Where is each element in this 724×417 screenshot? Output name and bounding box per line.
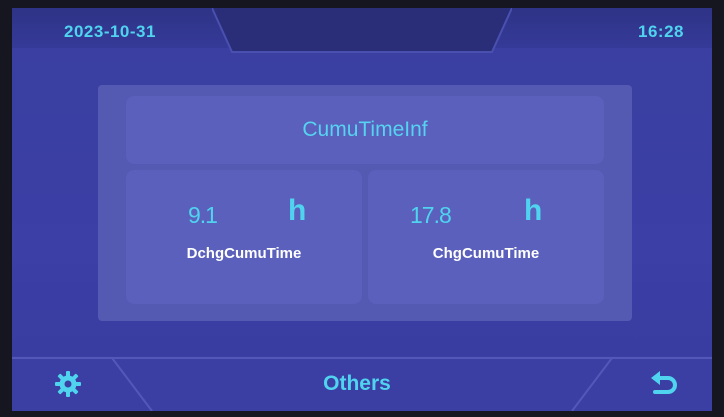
settings-button[interactable]: [48, 366, 88, 402]
others-button[interactable]: Others: [172, 364, 542, 404]
discharge-time-value: 9.1: [188, 202, 218, 228]
hmi-screen: 2023-10-31 16:28 CumuTimeInf 9.1 h DchgC…: [12, 8, 712, 411]
return-arrow-icon: [651, 371, 677, 394]
gear-icon: [55, 371, 81, 397]
charge-time-label: ChgCumuTime: [432, 245, 540, 262]
charge-time-card: 17.8 h ChgCumuTime: [368, 170, 604, 304]
discharge-time-unit: h: [288, 194, 307, 227]
discharge-time-card: 9.1 h DchgCumuTime: [126, 170, 362, 304]
panel-title-box: CumuTimeInf: [126, 96, 604, 164]
charge-time-value: 17.8: [410, 202, 452, 228]
date-display: 2023-10-31: [64, 22, 156, 41]
cumulative-time-panel: CumuTimeInf 9.1 h DchgCumuTime 17.8 h Ch…: [98, 85, 632, 321]
time-display: 16:28: [638, 22, 684, 41]
status-bar: 2023-10-31 16:28: [12, 8, 712, 53]
charge-time-unit: h: [524, 194, 543, 227]
discharge-time-label: DchgCumuTime: [186, 245, 302, 262]
back-button[interactable]: [642, 366, 686, 402]
navigation-bar: Others: [12, 356, 712, 411]
header-notch: [212, 8, 512, 53]
others-label: Others: [323, 372, 391, 395]
panel-title: CumuTimeInf: [302, 118, 428, 141]
